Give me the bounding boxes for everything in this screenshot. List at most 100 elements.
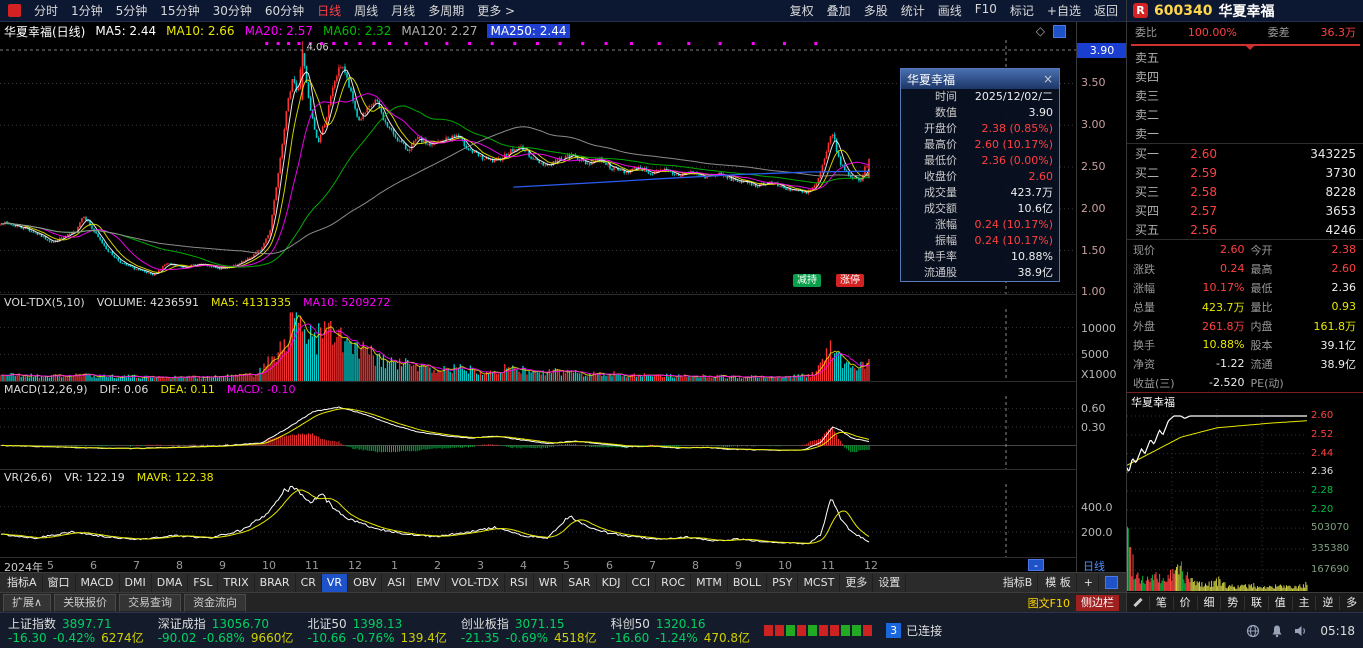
menu-item-月线[interactable]: 月线: [391, 2, 415, 19]
indicator-tab-VR[interactable]: VR: [321, 573, 349, 592]
indicator-tab-指标A[interactable]: 指标A: [2, 573, 43, 592]
indicator-tab-CR[interactable]: CR: [296, 573, 322, 592]
indicator-tab-SAR[interactable]: SAR: [563, 573, 597, 592]
indicator-tab-EMV[interactable]: EMV: [411, 573, 447, 592]
index-quote-创业板指[interactable]: 创业板指 3071.15 -21.35 -0.69% 4518亿: [461, 617, 597, 645]
menu-item-+自选[interactable]: +自选: [1047, 2, 1081, 19]
ask-row[interactable]: 卖四: [1127, 67, 1363, 86]
diamond-tool-icon[interactable]: ◇: [1036, 24, 1045, 38]
function-tab-扩展∧[interactable]: 扩展∧: [3, 593, 52, 612]
function-tab-关联报价[interactable]: 关联报价: [54, 593, 117, 612]
zoom-out-button[interactable]: -: [1028, 559, 1044, 571]
indicator-tab-窗口[interactable]: 窗口: [43, 573, 76, 592]
indicator-tab-ASI[interactable]: ASI: [382, 573, 412, 592]
panel-tab-价[interactable]: 价: [1172, 595, 1197, 610]
indicator-tab-ROC[interactable]: ROC: [656, 573, 692, 592]
indicator-tab-指标B[interactable]: 指标B: [998, 573, 1039, 592]
panel-tab-多[interactable]: 多: [1339, 595, 1363, 610]
macd-chart-canvas[interactable]: [0, 396, 1076, 469]
popup-titlebar[interactable]: 华夏幸福 ×: [901, 69, 1059, 89]
indicator-tab-OBV[interactable]: OBV: [348, 573, 383, 592]
indicator-tab-+[interactable]: +: [1079, 573, 1099, 592]
indicator-tab-DMI[interactable]: DMI: [120, 573, 152, 592]
indicator-tab-BRAR[interactable]: BRAR: [255, 573, 296, 592]
menu-item-标记[interactable]: 标记: [1010, 2, 1034, 19]
panel-tab-势[interactable]: 势: [1220, 595, 1244, 610]
menu-item-F10[interactable]: F10: [975, 2, 997, 19]
close-icon[interactable]: ×: [1043, 72, 1053, 86]
menu-item-日线[interactable]: 日线: [317, 2, 341, 19]
menu-item-15分钟[interactable]: 15分钟: [160, 2, 199, 19]
menu-item-复权[interactable]: 复权: [790, 2, 814, 19]
indicator-tab-DMA[interactable]: DMA: [152, 573, 189, 592]
menu-item-分时[interactable]: 分时: [34, 2, 58, 19]
menu-item-60分钟[interactable]: 60分钟: [265, 2, 304, 19]
panel-tab-细[interactable]: 细: [1196, 595, 1221, 610]
indicator-tab-FSL[interactable]: FSL: [188, 573, 219, 592]
indicator-tab-VOL-TDX[interactable]: VOL-TDX: [446, 573, 505, 592]
indicator-tab-MACD[interactable]: MACD: [76, 573, 120, 592]
menu-item-统计[interactable]: 统计: [901, 2, 925, 19]
index-quote-北证50[interactable]: 北证50 1398.13 -10.66 -0.76% 139.4亿: [307, 617, 447, 645]
connection-badge[interactable]: 3: [886, 623, 902, 638]
ask-row[interactable]: 卖五: [1127, 48, 1363, 67]
bid-row[interactable]: 买五 2.56 4246: [1127, 220, 1363, 239]
panel-tab-主[interactable]: 主: [1291, 595, 1316, 610]
menu-item-5分钟[interactable]: 5分钟: [116, 2, 148, 19]
event-flag-limitup[interactable]: 涨停: [836, 274, 864, 287]
menu-item-更多 >[interactable]: 更多 >: [477, 2, 515, 19]
menu-item-30分钟[interactable]: 30分钟: [213, 2, 252, 19]
panel-tab-逆[interactable]: 逆: [1315, 595, 1339, 610]
menu-item-1分钟[interactable]: 1分钟: [71, 2, 103, 19]
bid-row[interactable]: 买一 2.60 343225: [1127, 144, 1363, 163]
index-value: 1320.16: [655, 616, 706, 631]
index-quote-上证指数[interactable]: 上证指数 3897.71 -16.30 -0.42% 6274亿: [8, 617, 144, 645]
indicator-tab-PSY[interactable]: PSY: [767, 573, 799, 592]
ask-row[interactable]: 卖一: [1127, 124, 1363, 143]
speaker-icon[interactable]: [1294, 624, 1308, 638]
event-flag-reduce[interactable]: 减持: [793, 274, 821, 287]
f10-button[interactable]: 图文F10: [1028, 595, 1070, 611]
menu-item-叠加[interactable]: 叠加: [827, 2, 851, 19]
panel-tab-值[interactable]: 值: [1267, 595, 1292, 610]
panel-tab-笔[interactable]: 笔: [1149, 595, 1173, 610]
function-tab-交易查询[interactable]: 交易查询: [119, 593, 182, 612]
indicator-tab-BOLL[interactable]: BOLL: [728, 573, 768, 592]
vr-chart-canvas[interactable]: [0, 484, 1076, 557]
pencil-icon[interactable]: [1133, 597, 1143, 608]
bell-icon[interactable]: [1270, 624, 1284, 638]
indicator-tab-WR[interactable]: WR: [534, 573, 564, 592]
ask-row[interactable]: 卖二: [1127, 105, 1363, 124]
indicator-tab-MTM[interactable]: MTM: [691, 573, 728, 592]
bid-row[interactable]: 买二 2.59 3730: [1127, 163, 1363, 182]
indicator-tab-模 板[interactable]: 模 板: [1040, 573, 1077, 592]
indicator-tab-更多[interactable]: 更多: [840, 573, 874, 592]
panel-tab-联[interactable]: 联: [1244, 595, 1268, 610]
indicator-tab-KDJ[interactable]: KDJ: [597, 573, 627, 592]
volume-chart-canvas[interactable]: [0, 309, 1076, 381]
menu-item-周线[interactable]: 周线: [354, 2, 378, 19]
indicator-tab-CCI[interactable]: CCI: [627, 573, 657, 592]
sidebar-toggle-button[interactable]: 侧边栏: [1076, 594, 1119, 611]
bid-row[interactable]: 买四 2.57 3653: [1127, 201, 1363, 220]
indicator-tab-TRIX[interactable]: TRIX: [218, 573, 255, 592]
app-logo-icon[interactable]: [8, 4, 21, 17]
function-tab-资金流向[interactable]: 资金流向: [184, 593, 247, 612]
service-icon[interactable]: [1246, 624, 1260, 638]
bid-row[interactable]: 买三 2.58 8228: [1127, 182, 1363, 201]
menu-item-返回[interactable]: 返回: [1094, 2, 1118, 19]
panel-resize-handle[interactable]: [1105, 576, 1118, 589]
menu-item-多周期[interactable]: 多周期: [428, 2, 464, 19]
mini-price-tick: 2.52: [1311, 428, 1334, 440]
heat-block: [808, 625, 818, 636]
index-quote-科创50[interactable]: 科创50 1320.16 -16.60 -1.24% 470.8亿: [611, 617, 751, 645]
ask-row[interactable]: 卖三: [1127, 86, 1363, 105]
indicator-tab-MCST[interactable]: MCST: [798, 573, 841, 592]
indicator-tab-RSI[interactable]: RSI: [505, 573, 534, 592]
intraday-mini-chart[interactable]: 华夏幸福 2.60 2.52 2.44 2.36 2.28 2.20 503070 33538…: [1127, 392, 1363, 592]
menu-item-多股[interactable]: 多股: [864, 2, 888, 19]
menu-item-画线[interactable]: 画线: [938, 2, 962, 19]
indicator-tab-设置[interactable]: 设置: [873, 573, 907, 592]
panel-tool-icon[interactable]: [1053, 24, 1066, 38]
index-quote-深证成指[interactable]: 深证成指 13056.70 -90.02 -0.68% 9660亿: [158, 617, 294, 645]
